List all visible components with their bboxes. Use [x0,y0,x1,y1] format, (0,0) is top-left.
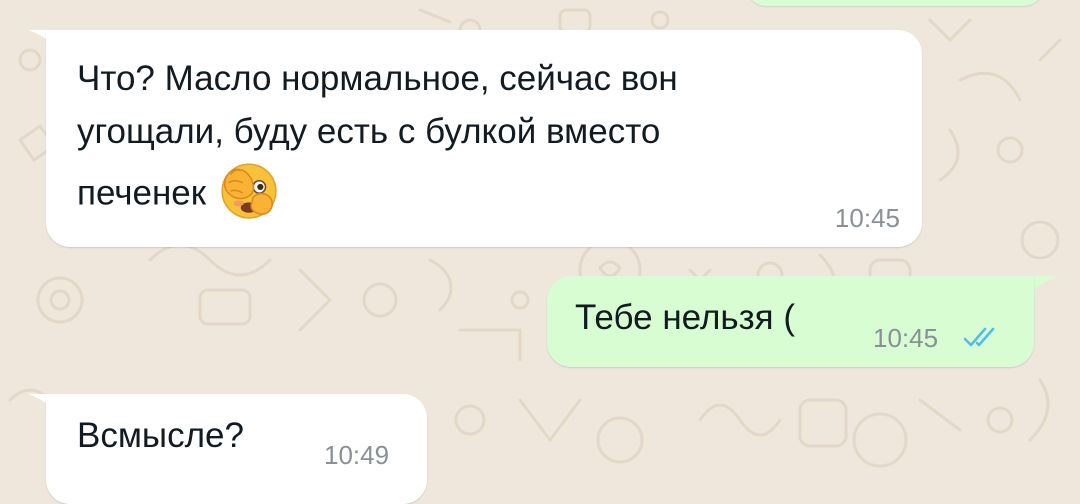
message-timestamp: 10:49 [324,440,390,470]
message-timestamp: 10:45 [834,203,900,233]
message-text-line-with-emoji: печенек [77,162,282,228]
message-bubble-incoming[interactable]: Что? Масло нормальное, сейчас вон угощал… [46,30,922,247]
message-bubble-outgoing[interactable]: Тебе нельзя ( 10:45 [547,276,1034,367]
message-text-line: Что? Масло нормальное, сейчас вон [77,59,678,98]
previous-outgoing-bubble [745,0,1045,6]
message-text-line: угощали, буду есть с булкой вместо [77,112,661,151]
message-bubble-incoming[interactable]: Всмысле? 10:49 [46,394,427,504]
face-with-hand-over-eyes-emoji-icon [221,163,277,219]
message-text: Тебе нельзя ( [575,298,795,337]
double-check-read-icon [963,327,995,347]
message-text: Всмысле? [77,416,244,455]
message-text-segment: печенек [77,173,207,213]
message-timestamp: 10:45 [873,323,939,353]
